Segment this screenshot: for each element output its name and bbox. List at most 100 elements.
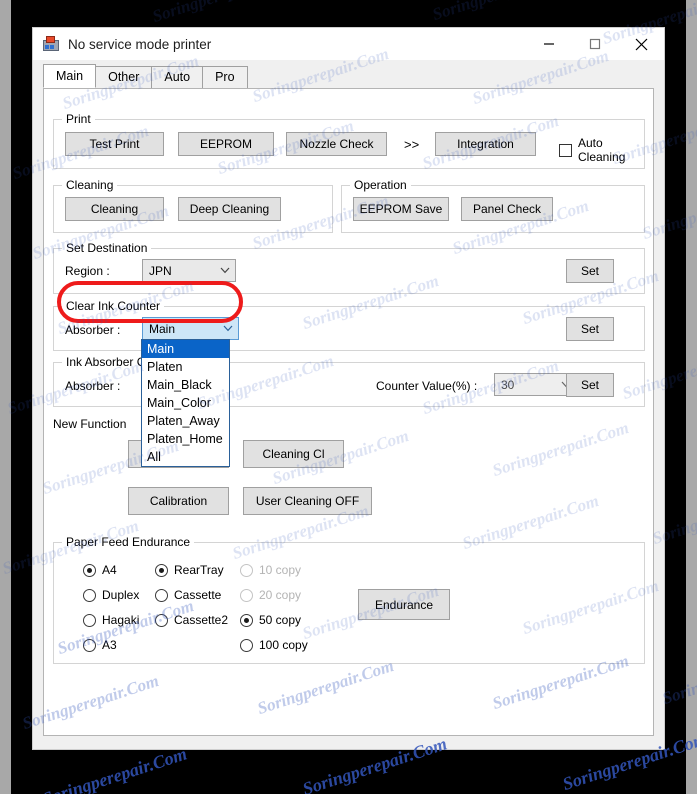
paper-feed-legend: Paper Feed Endurance <box>62 535 195 549</box>
window-controls <box>526 28 664 60</box>
cleaning-cl-button[interactable]: Cleaning Cl <box>243 440 344 468</box>
eeprom-save-label: EEPROM Save <box>359 202 443 216</box>
radio-duplex[interactable]: Duplex <box>83 588 139 602</box>
user-cleaning-off-label: User Cleaning OFF <box>255 494 360 508</box>
clear-ink-set-label: Set <box>580 322 599 336</box>
radio-50-copy-circle <box>240 613 253 627</box>
dropdown-option-all[interactable]: All <box>142 448 229 466</box>
region-combobox[interactable]: JPN <box>142 259 236 282</box>
radio-a4-label: A4 <box>102 563 117 577</box>
radio-20-copy-circle <box>240 588 253 602</box>
deep-cleaning-button[interactable]: Deep Cleaning <box>178 197 281 221</box>
radio-reartray-label: RearTray <box>174 563 224 577</box>
radio-10-copy[interactable]: 10 copy <box>240 563 301 577</box>
calibration-label: Calibration <box>149 494 208 508</box>
dropdown-option-main-label: Main <box>147 342 175 356</box>
dropdown-option-main-color-label: Main_Color <box>147 396 211 410</box>
radio-cassette2[interactable]: Cassette2 <box>155 613 228 627</box>
panel-check-label: Panel Check <box>472 202 542 216</box>
radio-a3-label: A3 <box>102 638 117 652</box>
print-group-legend: Print <box>62 112 95 126</box>
tab-main[interactable]: Main <box>43 64 97 88</box>
endurance-button[interactable]: Endurance <box>358 589 450 620</box>
test-print-button[interactable]: Test Print <box>65 132 164 156</box>
chevron-down-icon <box>215 267 235 274</box>
radio-a3-circle <box>83 638 96 652</box>
radio-20-copy[interactable]: 20 copy <box>240 588 301 602</box>
dropdown-option-platen-away-label: Platen_Away <box>147 414 220 428</box>
region-value: JPN <box>149 263 172 278</box>
auto-cleaning-box <box>559 143 572 157</box>
ink-absorber-set-button[interactable]: Set <box>566 373 614 397</box>
auto-cleaning-checkbox[interactable]: Auto Cleaning <box>559 136 644 164</box>
minimize-icon[interactable] <box>526 28 572 60</box>
eeprom-label: EEPROM <box>199 137 252 151</box>
radio-50-copy[interactable]: 50 copy <box>240 613 301 627</box>
print-group: Print Test Print EEPROM Nozzle Check >> … <box>53 112 645 169</box>
desktop-right-strip <box>686 0 697 794</box>
dropdown-option-platen[interactable]: Platen <box>142 358 229 376</box>
application-window: No service mode printer Main Other Auto … <box>32 27 665 750</box>
absorber-dropdown-list[interactable]: Main Platen Main_Black Main_Color Platen… <box>141 339 230 467</box>
tab-pro[interactable]: Pro <box>202 66 248 88</box>
clear-ink-counter-legend: Clear Ink Counter <box>62 299 165 313</box>
dropdown-option-platen-home[interactable]: Platen_Home <box>142 430 229 448</box>
dropdown-option-platen-away[interactable]: Platen_Away <box>142 412 229 430</box>
tab-main-label: Main <box>56 68 84 83</box>
dropdown-option-main-black-label: Main_Black <box>147 378 212 392</box>
radio-reartray-circle <box>155 563 168 577</box>
dropdown-option-platen-label: Platen <box>147 360 183 374</box>
counter-value-label: Counter Value(%) : <box>376 379 478 393</box>
cleaning-group-legend: Cleaning <box>62 178 118 192</box>
radio-hagaki[interactable]: Hagaki <box>83 613 139 627</box>
integration-button[interactable]: Integration <box>435 132 536 156</box>
window-title: No service mode printer <box>68 36 212 52</box>
radio-10-copy-circle <box>240 563 253 577</box>
cleaning-group: Cleaning Cleaning Deep Cleaning <box>53 178 333 233</box>
paper-feed-endurance-group: Paper Feed Endurance A4 Duplex Hagaki A3 <box>53 535 645 664</box>
absorber-combobox[interactable]: Main <box>142 317 239 340</box>
dropdown-option-main-color[interactable]: Main_Color <box>142 394 229 412</box>
eeprom-save-button[interactable]: EEPROM Save <box>353 197 449 221</box>
close-icon[interactable] <box>618 28 664 60</box>
dropdown-option-main-black[interactable]: Main_Black <box>142 376 229 394</box>
printer-icon <box>43 36 59 52</box>
nozzle-check-button[interactable]: Nozzle Check <box>286 132 387 156</box>
radio-100-copy-label: 100 copy <box>259 638 308 652</box>
radio-duplex-circle <box>83 588 96 602</box>
eeprom-button[interactable]: EEPROM <box>178 132 274 156</box>
tab-other[interactable]: Other <box>95 66 153 88</box>
cleaning-cl-label: Cleaning Cl <box>262 447 325 461</box>
radio-100-copy[interactable]: 100 copy <box>240 638 308 652</box>
radio-reartray[interactable]: RearTray <box>155 563 224 577</box>
nozzle-check-label: Nozzle Check <box>299 137 374 151</box>
chevron-down-icon <box>218 325 238 332</box>
radio-cassette-circle <box>155 588 168 602</box>
dropdown-option-all-label: All <box>147 450 161 464</box>
auto-cleaning-label: Auto Cleaning <box>578 136 626 164</box>
desktop-left-strip <box>0 0 11 794</box>
radio-cassette2-circle <box>155 613 168 627</box>
tab-auto[interactable]: Auto <box>151 66 204 88</box>
calibration-button[interactable]: Calibration <box>128 487 229 515</box>
radio-a3[interactable]: A3 <box>83 638 117 652</box>
region-set-button[interactable]: Set <box>566 259 614 283</box>
radio-duplex-label: Duplex <box>102 588 140 602</box>
clear-ink-set-button[interactable]: Set <box>566 317 614 341</box>
maximize-icon[interactable] <box>572 28 618 60</box>
user-cleaning-off-button[interactable]: User Cleaning OFF <box>243 487 372 515</box>
dropdown-option-main[interactable]: Main <box>142 340 229 358</box>
cleaning-button[interactable]: Cleaning <box>65 197 164 221</box>
test-print-label: Test Print <box>89 137 140 151</box>
radio-cassette[interactable]: Cassette <box>155 588 221 602</box>
counter-value: 30 <box>501 377 515 392</box>
watermark-text: Soringperepair.Com <box>150 0 291 27</box>
screenshot-root: No service mode printer Main Other Auto … <box>0 0 697 794</box>
set-destination-legend: Set Destination <box>62 241 152 255</box>
counter-value-combobox[interactable]: 30 <box>494 373 577 396</box>
panel-check-button[interactable]: Panel Check <box>461 197 553 221</box>
region-set-label: Set <box>580 264 599 278</box>
radio-a4[interactable]: A4 <box>83 563 117 577</box>
radio-a4-circle <box>83 563 96 577</box>
radio-20-copy-label: 20 copy <box>259 588 302 602</box>
